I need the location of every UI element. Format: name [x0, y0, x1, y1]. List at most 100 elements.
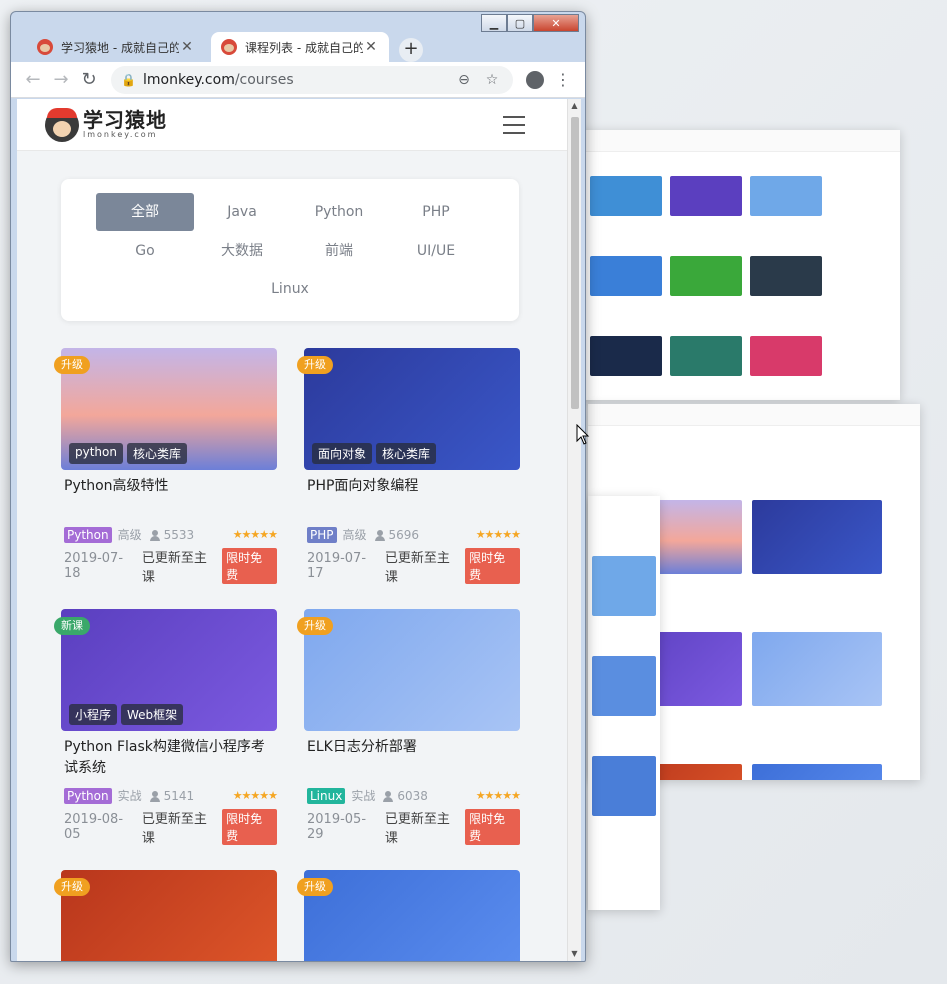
category-filter: 全部 Java Python PHP Go 大数据 前端 UI/UE Linux [61, 179, 519, 321]
course-date: 2019-08-05 [64, 812, 124, 842]
tab-title: 课程列表 - 成就自己的 [245, 40, 363, 55]
course-thumbnail[interactable]: 面向对象 核心类库 [304, 348, 520, 470]
free-badge: 限时免费 [465, 809, 520, 845]
tab-home[interactable]: 学习猿地 - 成就自己的 ✕ [27, 32, 205, 62]
upgrade-badge: 升级 [297, 878, 333, 896]
site-logo[interactable]: 学习猿地 lmonkey.com [83, 110, 167, 139]
student-count: 5533 [163, 527, 195, 542]
user-icon [149, 529, 160, 541]
free-badge: 限时免费 [465, 548, 520, 584]
url-path: /courses [234, 71, 294, 88]
new-badge: 新课 [54, 617, 90, 635]
course-title[interactable]: Python Flask构建微信小程序考试系统 [61, 737, 277, 781]
course-tag: 小程序 [69, 704, 118, 725]
forward-icon[interactable]: → [47, 66, 75, 94]
course-tag: python [69, 443, 123, 464]
url-host: lmonkey.com [143, 71, 235, 88]
filter-linux[interactable]: Linux [241, 270, 339, 308]
filter-php[interactable]: PHP [387, 193, 485, 231]
free-badge: 限时免费 [222, 809, 277, 845]
lock-icon[interactable]: 🔒 [121, 73, 136, 87]
tab-strip: 学习猿地 - 成就自己的 ✕ 课程列表 - 成就自己的 ✕ + [11, 30, 585, 62]
upgrade-badge: 升级 [54, 356, 90, 374]
filter-frontend[interactable]: 前端 [290, 232, 388, 270]
tab-close-icon[interactable]: ✕ [363, 39, 379, 55]
student-count: 5696 [388, 527, 420, 542]
zoom-icon[interactable]: ⊖ [453, 72, 475, 88]
scroll-down-icon[interactable]: ▼ [568, 947, 581, 961]
course-tag: 核心类库 [126, 443, 187, 464]
course-level: 实战 [351, 789, 376, 803]
site-favicon-icon [221, 39, 237, 55]
update-status: 已更新至主课 [141, 812, 207, 846]
course-thumbnail[interactable]: python 核心类库 [61, 348, 277, 470]
user-icon [374, 529, 385, 541]
course-title[interactable]: ELK日志分析部署 [304, 737, 520, 781]
update-status: 已更新至主课 [141, 551, 207, 585]
update-status: 已更新至主课 [384, 812, 450, 846]
upgrade-badge: 升级 [297, 617, 333, 635]
language-badge: PHP [307, 526, 337, 543]
rating-stars-icon: ★★★★★ [475, 789, 521, 802]
course-card[interactable]: 升级 ELK日志分析部署 Linux 实战 6038 ★★★★★ 2019-05… [297, 609, 521, 846]
filter-java[interactable]: Java [193, 193, 291, 231]
course-level: 实战 [117, 789, 142, 803]
course-thumbnail[interactable] [304, 870, 520, 961]
browser-toolbar: ← → ↻ 🔒 lmonkey.com/courses ⊖ ☆ ⋮ [11, 62, 585, 98]
course-title[interactable]: Python高级特性 [61, 476, 277, 520]
course-card[interactable]: 升级 [54, 870, 277, 961]
course-card[interactable]: 小程序 Web框架 新课 Python Flask构建微信小程序考试系统 Pyt… [54, 609, 278, 846]
menu-icon[interactable] [503, 115, 525, 134]
course-date: 2019-07-17 [307, 551, 367, 581]
rating-stars-icon: ★★★★★ [232, 789, 278, 802]
filter-go[interactable]: Go [96, 232, 194, 270]
course-card[interactable]: python 核心类库 升级 Python高级特性 Python 高级 5533… [54, 348, 278, 585]
tab-title: 学习猿地 - 成就自己的 [61, 40, 179, 55]
course-thumbnail[interactable]: 小程序 Web框架 [61, 609, 277, 731]
page-viewport: 学习猿地 lmonkey.com 全部 Java Python PHP Go 大… [17, 99, 581, 961]
logo-text: 学习猿地 [83, 108, 167, 132]
rating-stars-icon: ★★★★★ [232, 528, 278, 541]
course-tag: 面向对象 [312, 443, 373, 464]
filter-all[interactable]: 全部 [96, 193, 194, 231]
scrollbar-thumb[interactable] [571, 117, 579, 409]
course-tag: 核心类库 [376, 443, 437, 464]
filter-python[interactable]: Python [290, 193, 388, 231]
course-card[interactable]: 面向对象 核心类库 升级 PHP面向对象编程 PHP 高级 5696 ★★★★★… [297, 348, 521, 585]
account-icon[interactable] [521, 66, 549, 94]
filter-uiue[interactable]: UI/UE [387, 232, 485, 270]
upgrade-badge: 升级 [297, 356, 333, 374]
back-icon[interactable]: ← [19, 66, 47, 94]
student-count: 6038 [397, 788, 428, 803]
course-thumbnail[interactable] [304, 609, 520, 731]
language-badge: Linux [307, 787, 346, 804]
tab-courses[interactable]: 课程列表 - 成就自己的 ✕ [211, 32, 389, 62]
browser-window: ▁ ▢ ✕ 学习猿地 - 成就自己的 ✕ 课程列表 - 成就自己的 ✕ + ← … [10, 11, 586, 962]
student-count: 5141 [163, 788, 195, 803]
course-title[interactable]: PHP面向对象编程 [304, 476, 520, 520]
course-card[interactable]: 升级 [297, 870, 520, 961]
course-level: 高级 [342, 528, 367, 542]
free-badge: 限时免费 [222, 548, 277, 584]
language-badge: Python [64, 787, 112, 804]
filter-bigdata[interactable]: 大数据 [193, 232, 291, 270]
vertical-scrollbar[interactable]: ▲ ▼ [567, 99, 581, 961]
reload-icon[interactable]: ↻ [75, 66, 103, 94]
background-screenshot-3 [588, 496, 660, 910]
scroll-up-icon[interactable]: ▲ [568, 99, 581, 113]
mouse-cursor-icon [576, 424, 590, 445]
star-icon[interactable]: ☆ [481, 72, 503, 88]
course-tag: Web框架 [121, 704, 184, 725]
course-level: 高级 [117, 528, 142, 542]
site-header: 学习猿地 lmonkey.com [17, 99, 581, 151]
more-icon[interactable]: ⋮ [549, 66, 577, 94]
course-thumbnail[interactable] [61, 870, 277, 961]
tab-close-icon[interactable]: ✕ [179, 39, 195, 55]
background-screenshot-1 [560, 130, 900, 400]
site-favicon-icon [37, 39, 53, 55]
user-icon [383, 790, 394, 802]
monkey-logo-icon[interactable] [45, 107, 79, 142]
address-bar[interactable]: 🔒 lmonkey.com/courses ⊖ ☆ [111, 65, 513, 94]
update-status: 已更新至主课 [384, 551, 450, 585]
new-tab-icon[interactable]: + [399, 38, 423, 62]
